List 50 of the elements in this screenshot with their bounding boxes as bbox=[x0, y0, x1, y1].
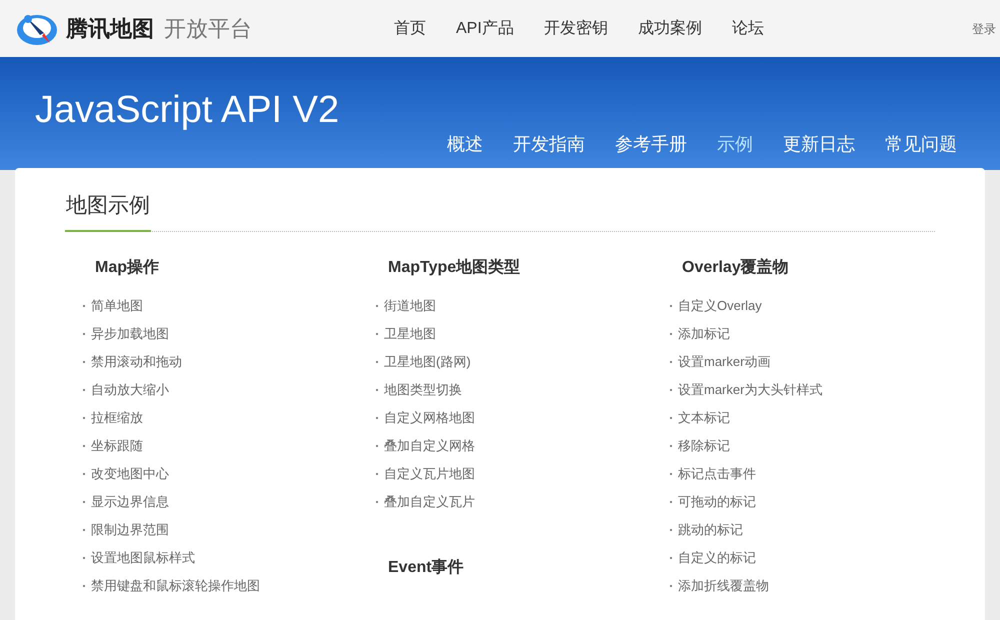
brand-subtitle: 开放平台 bbox=[164, 15, 252, 43]
example-link[interactable]: 跳动的标记 bbox=[678, 520, 743, 540]
login-link[interactable]: 登录 bbox=[972, 20, 996, 38]
example-link[interactable]: 卫星地图(路网) bbox=[384, 352, 471, 372]
section-tab[interactable]: 概述 bbox=[447, 131, 483, 158]
example-link[interactable]: 设置marker为大头针样式 bbox=[678, 380, 822, 400]
category-title: Map操作 bbox=[94, 258, 160, 278]
example-link[interactable]: 自定义Overlay bbox=[678, 296, 762, 316]
example-link[interactable]: 标记点击事件 bbox=[678, 464, 756, 484]
example-link[interactable]: 地图类型切换 bbox=[384, 380, 462, 400]
example-link[interactable]: 自定义瓦片地图 bbox=[384, 464, 475, 484]
example-link[interactable]: 自定义网格地图 bbox=[384, 408, 475, 428]
example-link[interactable]: 叠加自定义网格 bbox=[384, 436, 475, 456]
example-link[interactable]: 禁用键盘和鼠标滚轮操作地图 bbox=[91, 576, 260, 596]
category-title: MapType地图类型 bbox=[387, 258, 522, 278]
example-link[interactable]: 显示边界信息 bbox=[91, 492, 169, 512]
nav-link[interactable]: API产品 bbox=[456, 16, 514, 40]
section-tab[interactable]: 开发指南 bbox=[513, 131, 585, 158]
nav-link[interactable]: 论坛 bbox=[732, 16, 764, 40]
example-link[interactable]: 限制边界范围 bbox=[91, 520, 169, 540]
nav-link[interactable]: 首页 bbox=[394, 16, 426, 40]
section-tab[interactable]: 常见问题 bbox=[885, 131, 957, 158]
category-title: Event事件 bbox=[387, 558, 465, 578]
page-title: JavaScript API V2 bbox=[35, 91, 340, 129]
section-tab[interactable]: 示例 bbox=[717, 131, 753, 158]
section-heading: 地图示例 bbox=[65, 190, 151, 232]
example-link[interactable]: 叠加自定义瓦片 bbox=[384, 492, 475, 512]
nav-link[interactable]: 成功案例 bbox=[638, 16, 702, 40]
example-link[interactable]: 自动放大缩小 bbox=[91, 380, 169, 400]
example-link[interactable]: 文本标记 bbox=[678, 408, 730, 428]
example-link[interactable]: 自定义的标记 bbox=[678, 548, 756, 568]
example-link[interactable]: 街道地图 bbox=[384, 296, 436, 316]
example-link[interactable]: 改变地图中心 bbox=[91, 464, 169, 484]
example-link[interactable]: 卫星地图 bbox=[384, 324, 436, 344]
example-link[interactable]: 坐标跟随 bbox=[91, 436, 143, 456]
example-link[interactable]: 可拖动的标记 bbox=[678, 492, 756, 512]
example-link[interactable]: 拉框缩放 bbox=[91, 408, 143, 428]
example-link[interactable]: 异步加载地图 bbox=[91, 324, 169, 344]
example-link[interactable]: 设置地图鼠标样式 bbox=[91, 548, 195, 568]
example-link[interactable]: 禁用滚动和拖动 bbox=[91, 352, 182, 372]
nav-link[interactable]: 开发密钥 bbox=[544, 16, 608, 40]
example-link[interactable]: 设置marker动画 bbox=[678, 352, 770, 372]
brand-name: 腾讯地图 bbox=[66, 15, 154, 43]
section-tab[interactable]: 更新日志 bbox=[783, 131, 855, 158]
example-link[interactable]: 移除标记 bbox=[678, 436, 730, 456]
example-link[interactable]: 添加折线覆盖物 bbox=[678, 576, 769, 596]
example-link[interactable]: 添加标记 bbox=[678, 324, 730, 344]
example-link[interactable]: 简单地图 bbox=[91, 296, 143, 316]
section-tab[interactable]: 参考手册 bbox=[615, 131, 687, 158]
category-title: Overlay覆盖物 bbox=[681, 257, 790, 278]
